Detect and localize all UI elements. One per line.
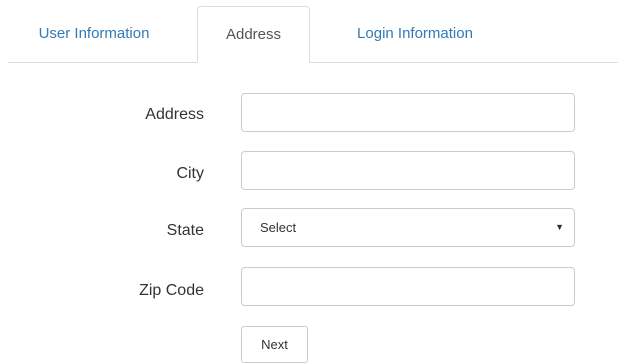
tab-bar: User Information Address Login Informati… (8, 6, 618, 63)
state-select[interactable]: Select ▼ (241, 208, 575, 247)
tab-user-information[interactable]: User Information (8, 6, 180, 62)
city-input[interactable] (241, 151, 575, 190)
address-form-page: User Information Address Login Informati… (0, 0, 626, 364)
state-select-value: Select (260, 220, 297, 235)
tab-address[interactable]: Address (197, 6, 310, 63)
chevron-down-icon: ▼ (555, 222, 564, 232)
zip-code-label: Zip Code (139, 282, 204, 299)
zip-code-input[interactable] (241, 267, 575, 306)
address-label: Address (145, 106, 204, 123)
state-label: State (166, 222, 204, 239)
next-button[interactable]: Next (241, 326, 308, 363)
city-label: City (176, 165, 204, 182)
tab-login-information[interactable]: Login Information (326, 6, 504, 62)
address-input[interactable] (241, 93, 575, 132)
